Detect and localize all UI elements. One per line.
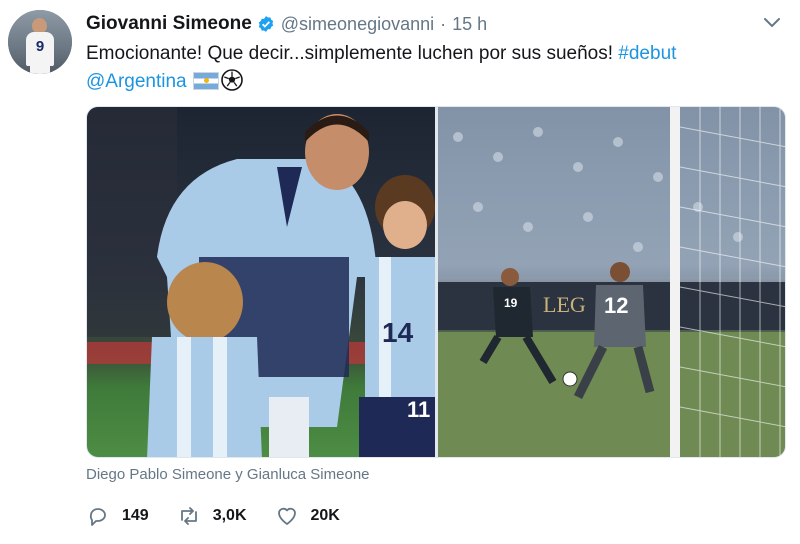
author-name[interactable]: Giovanni Simeone (86, 13, 252, 35)
soccer-ball-icon (220, 69, 243, 91)
author-avatar[interactable]: 9 (8, 10, 72, 74)
photo-left-illustration: 14 11 (87, 107, 435, 457)
avatar-jersey-number: 9 (26, 32, 54, 66)
media-photo-left[interactable]: 14 11 (87, 107, 435, 457)
retweet-count: 3,0K (212, 507, 247, 524)
tweet-timestamp[interactable]: 15 h (452, 14, 487, 35)
like-button[interactable]: 20K (275, 504, 340, 528)
avatar-shorts (30, 64, 50, 74)
hashtag-link[interactable]: #debut (618, 43, 676, 64)
argentina-flag-icon (192, 72, 219, 90)
photo-right-illustration: LEG 19 12 (438, 107, 785, 457)
like-icon (277, 507, 296, 525)
author-handle[interactable]: @simeonegiovanni (281, 14, 434, 35)
tweet-text-main: Emocionante! Que decir...simplemente luc… (86, 43, 614, 64)
tweet-text: Emocionante! Que decir...simplemente luc… (86, 40, 776, 96)
tweet-actions: 149 3,0K 20K (86, 500, 368, 532)
kid-jersey-number: 14 (382, 317, 414, 348)
stadium-board-text: LEG (543, 292, 586, 317)
like-count: 20K (310, 507, 340, 524)
kid-shorts-number: 11 (407, 397, 430, 422)
striker-number: 19 (504, 296, 518, 310)
keeper-number: 12 (604, 293, 628, 318)
media-caption: Diego Pablo Simeone y Gianluca Simeone (86, 466, 370, 483)
tweet-media-grid[interactable]: 14 11 LEG 19 12 (86, 106, 786, 458)
reply-count: 149 (122, 507, 149, 524)
media-photo-right[interactable]: LEG 19 12 (438, 107, 785, 457)
verified-badge-icon (258, 16, 273, 32)
reply-button[interactable]: 149 (86, 504, 149, 528)
reply-icon (89, 508, 106, 526)
retweet-button[interactable]: 3,0K (177, 504, 247, 528)
tweet-header: Giovanni Simeone @simeonegiovanni · 15 h (86, 12, 487, 36)
mention-link[interactable]: @Argentina (86, 71, 187, 92)
separator-dot: · (440, 13, 447, 34)
retweet-icon (180, 507, 197, 525)
caret-down-icon[interactable] (762, 16, 782, 30)
